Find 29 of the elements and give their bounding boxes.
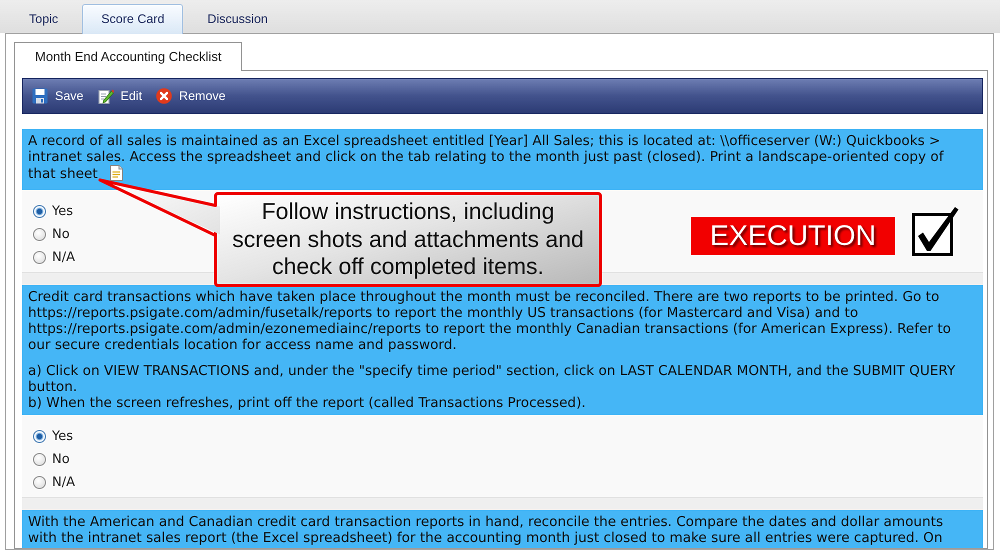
option-label[interactable]: Yes bbox=[52, 429, 73, 444]
remove-button[interactable]: Remove bbox=[154, 86, 228, 106]
question-text: Credit card transactions which have taken place throughout the month must be reconciled. There are two reports to be printed. Go to https://reports.psigate.com/admin/fusetalk/reports to report the monthly US transactions (for Mastercard and Visa) and to https://reports.psigate.com/admin/ezonemediainc/reports to report the monthly Canadian transactions (for American Express). Refer to our secure credentials location for access name and password. bbox=[28, 289, 951, 353]
execution-label: EXECUTION bbox=[691, 217, 895, 255]
question-text: that sheet bbox=[28, 166, 98, 182]
radio-button[interactable] bbox=[33, 430, 46, 443]
notepad-pencil-icon bbox=[98, 88, 114, 104]
radio-button[interactable] bbox=[33, 476, 46, 489]
tab[interactable]: Month End Accounting Checklist bbox=[14, 42, 242, 71]
tab[interactable]: Topic bbox=[10, 4, 78, 34]
question-text: b) When the screen refreshes, print off the report (called Transactions Processed). bbox=[28, 395, 586, 411]
tab[interactable]: Score Card bbox=[82, 4, 184, 34]
callout-text: Follow instructions, including screen shots and attachments and check off completed items. bbox=[231, 198, 585, 281]
radio-button[interactable] bbox=[33, 453, 46, 466]
option-label[interactable]: No bbox=[52, 452, 70, 467]
tab[interactable]: Discussion bbox=[188, 4, 287, 34]
option-label[interactable]: No bbox=[52, 227, 70, 242]
radio-button[interactable] bbox=[33, 251, 46, 264]
option-label[interactable]: N/A bbox=[52, 475, 75, 490]
question-text: a) Click on VIEW TRANSACTIONS and, under the "specify time period" section, click on LAST CALENDAR MONTH, and the SUBMIT QUERY button. bbox=[28, 363, 956, 395]
edit-button[interactable]: Edit bbox=[96, 86, 144, 106]
x-circle-icon bbox=[156, 88, 172, 104]
save-button[interactable]: Save bbox=[30, 86, 86, 106]
document-icon[interactable] bbox=[110, 165, 123, 181]
option-label[interactable]: N/A bbox=[52, 250, 75, 265]
radio-button[interactable] bbox=[33, 228, 46, 241]
question-text: With the American and Canadian credit card transaction reports in hand, reconcile the entries. Compare the dates and dollar amounts with the intranet sales report (the Excel spreadsheet) for the accounting month just closed to make sure all entries were captured. On bbox=[28, 514, 944, 546]
option-label[interactable]: Yes bbox=[52, 204, 73, 219]
radio-button[interactable] bbox=[33, 205, 46, 218]
